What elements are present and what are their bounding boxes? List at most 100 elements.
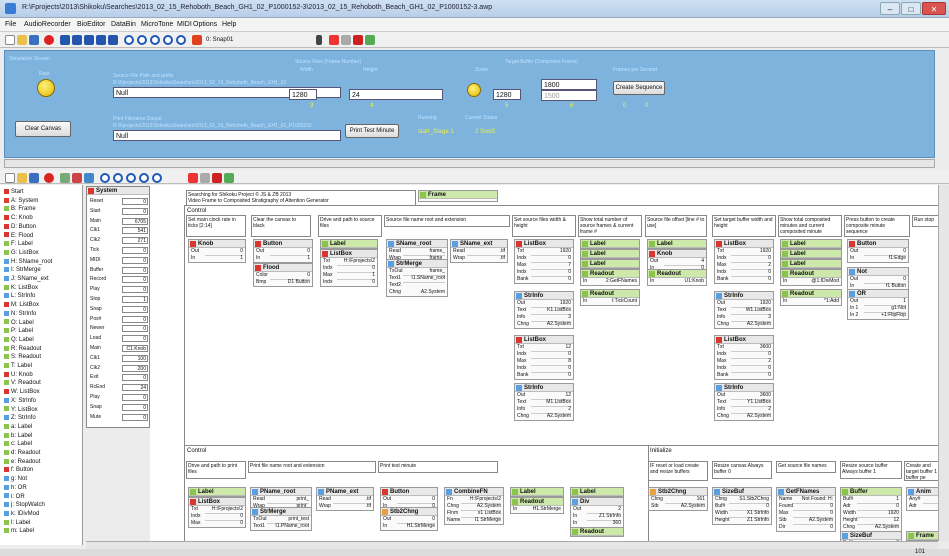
system-row-value[interactable]: 6705 (122, 217, 148, 225)
node-row-value[interactable]: 1 (205, 255, 243, 262)
node-header[interactable]: Stb2Chng (649, 488, 707, 496)
sidebar-item[interactable]: R: Readout (4, 345, 41, 353)
comment-box[interactable]: IF reset or load create and resize buffe… (648, 461, 708, 481)
sidebar-item[interactable]: d: Readout (4, 449, 40, 457)
node-label[interactable]: Label (510, 487, 564, 497)
node-header[interactable]: Frame (907, 532, 938, 540)
system-row-value[interactable]: 0 (122, 305, 148, 313)
sidebar-item[interactable]: i: OR (4, 493, 25, 501)
system-row-value[interactable]: 541 (122, 227, 148, 235)
node-label[interactable]: Label (188, 487, 246, 497)
circle-icon-3[interactable] (150, 35, 160, 45)
comment-box[interactable]: Set target buffer width and height (712, 215, 776, 237)
src-height-field[interactable]: 24 (349, 89, 443, 100)
panel-horizontal-scrollbar[interactable] (4, 159, 935, 168)
menu-help[interactable]: Help (222, 21, 236, 28)
system-row-value[interactable]: 0 (122, 256, 148, 264)
node-header[interactable]: SizeBuf (713, 488, 771, 496)
node-row-value[interactable]: .tif (333, 503, 371, 510)
sidebar-item[interactable]: Start (4, 188, 24, 196)
node-header[interactable]: Div (571, 498, 623, 506)
node-row-value[interactable]: 0 (731, 372, 771, 379)
node-header[interactable]: Button (254, 240, 312, 248)
node-row-value[interactable]: 0 (205, 520, 243, 527)
node-header[interactable]: Label (781, 240, 841, 248)
menu-file[interactable]: File (5, 21, 16, 28)
record-icon[interactable] (44, 173, 54, 183)
node-row-value[interactable]: .tif (467, 255, 505, 262)
node-header[interactable]: Label (581, 260, 639, 268)
node-listbox[interactable]: ListBox Txt 3600 Indx 0 Max 2 Indx 0 Bank 0 (714, 335, 774, 380)
frame-node[interactable]: Frame (418, 190, 498, 202)
circle-icon-c[interactable] (126, 173, 136, 183)
node-header[interactable]: Anim (907, 488, 938, 496)
print-path-field[interactable]: Null (113, 130, 341, 141)
comment-box[interactable]: Get source file names (776, 461, 836, 473)
node-stb2chng[interactable]: Stb2Chng Out 0 In H1.StrMerge (380, 507, 438, 531)
cut-icon[interactable] (72, 173, 82, 183)
node-header[interactable]: Readout (648, 270, 706, 278)
node-row-value[interactable]: 1 (270, 255, 310, 262)
node-label[interactable]: Label (580, 249, 640, 259)
node-header[interactable]: Knob (648, 250, 706, 258)
node-row-value[interactable]: A2.System (731, 321, 771, 328)
node-header[interactable]: Flood (254, 264, 312, 272)
menu-midi[interactable]: MIDI (177, 21, 192, 28)
node-header[interactable]: Label (581, 250, 639, 258)
system-row-value[interactable]: 0 (122, 247, 148, 254)
comment-box[interactable]: Drive and path to source files (318, 215, 382, 237)
node-row-value[interactable]: *1:Add (797, 298, 839, 305)
node-row-value[interactable]: A2.System (731, 413, 771, 420)
system-row-value[interactable]: 0 (122, 207, 148, 215)
node-header[interactable]: Knob (189, 240, 245, 248)
tgt-width-field[interactable]: 1280 (493, 89, 521, 100)
node-header[interactable]: Readout (571, 528, 623, 536)
sidebar-item[interactable]: M: ListBox (4, 301, 39, 309)
sidebar-item[interactable]: V: Readout (4, 379, 41, 387)
node-row-value[interactable]: 0 (531, 372, 571, 379)
node-header[interactable]: Button (848, 240, 908, 248)
comment-box[interactable]: Source file offset [line # to use] (645, 215, 707, 237)
system-node[interactable]: System Reset 0 Start 0 Main 6705 Clk1 541 Clk2 27… (86, 186, 150, 428)
system-row-value[interactable]: 24 (122, 384, 148, 392)
node-strmerge[interactable]: StrMerge TxOut frame_ Text1 I1.SName_root Tex… (386, 259, 448, 297)
system-row-value[interactable]: 1 (122, 296, 148, 303)
node-row-value[interactable]: H1.StrMerge (397, 523, 435, 530)
node-header[interactable]: Label (511, 488, 563, 496)
minimize-button[interactable]: – (880, 2, 900, 15)
end-icon[interactable] (108, 35, 118, 45)
node-header[interactable]: Label (781, 250, 841, 258)
circle-icon-5[interactable] (176, 35, 186, 45)
node-header[interactable]: Label (581, 240, 639, 248)
save-icon[interactable] (29, 173, 39, 183)
link-icon[interactable] (200, 173, 210, 183)
snap-select[interactable]: 0: Snap01 (206, 35, 306, 45)
comment-box[interactable]: Source file name root and extension (384, 215, 510, 227)
node-header[interactable]: Label (648, 240, 706, 248)
node-listbox[interactable]: ListBox Txt H:\Fprojects\2 Indx 0 Max 0 (188, 497, 246, 528)
node-strinfo[interactable]: StrInfo Out 1920 Text K1.ListBox Info 3 Chng A2.… (514, 291, 574, 329)
menu-options[interactable]: Options (193, 21, 217, 28)
comment-box[interactable]: Set source files width & height (512, 215, 576, 237)
node-header[interactable]: Label (781, 260, 841, 268)
node-row-value[interactable]: A2.System (531, 321, 571, 328)
node-header[interactable]: SName_ext (451, 240, 507, 248)
node-sizebuf[interactable]: SizeBuf Chng S1.Stb2Chng Buf# 0 Width X1 StrIn… (712, 487, 772, 525)
node-header[interactable]: StrInfo (715, 292, 773, 300)
comment-box[interactable]: Resize canvas Always buffer 0 (712, 461, 772, 479)
patch-canvas[interactable]: Searching for Shikoku Project © JS & ZB … (150, 185, 938, 541)
system-row-value[interactable]: 0 (122, 325, 148, 333)
node-frame[interactable]: Frame (906, 531, 938, 541)
node-row-value[interactable]: I1.PName_root (267, 523, 309, 530)
sidebar-item[interactable]: E: Flood (4, 232, 33, 240)
node-listbox[interactable]: ListBox Txt 1920 Indx 0 Max 2 Indx 0 Bank 0 (714, 239, 774, 284)
menu-bioeditor[interactable]: BioEditor (77, 21, 105, 28)
node-row-value[interactable]: D1 Button (270, 279, 310, 286)
node-sname-ext[interactable]: SName_ext Read .tif Wrap .tif (450, 239, 508, 263)
node-label[interactable]: Label (647, 239, 707, 249)
node-listbox[interactable]: ListBox Txt 12 Indx 0 Max 8 Indx 0 Bank 0 (514, 335, 574, 380)
node-header[interactable]: StrMerge (387, 260, 447, 268)
stop-icon[interactable] (84, 35, 94, 45)
system-row-value[interactable]: 0 (122, 286, 148, 294)
node-button[interactable]: Button Out 0 In 1 (253, 239, 313, 263)
